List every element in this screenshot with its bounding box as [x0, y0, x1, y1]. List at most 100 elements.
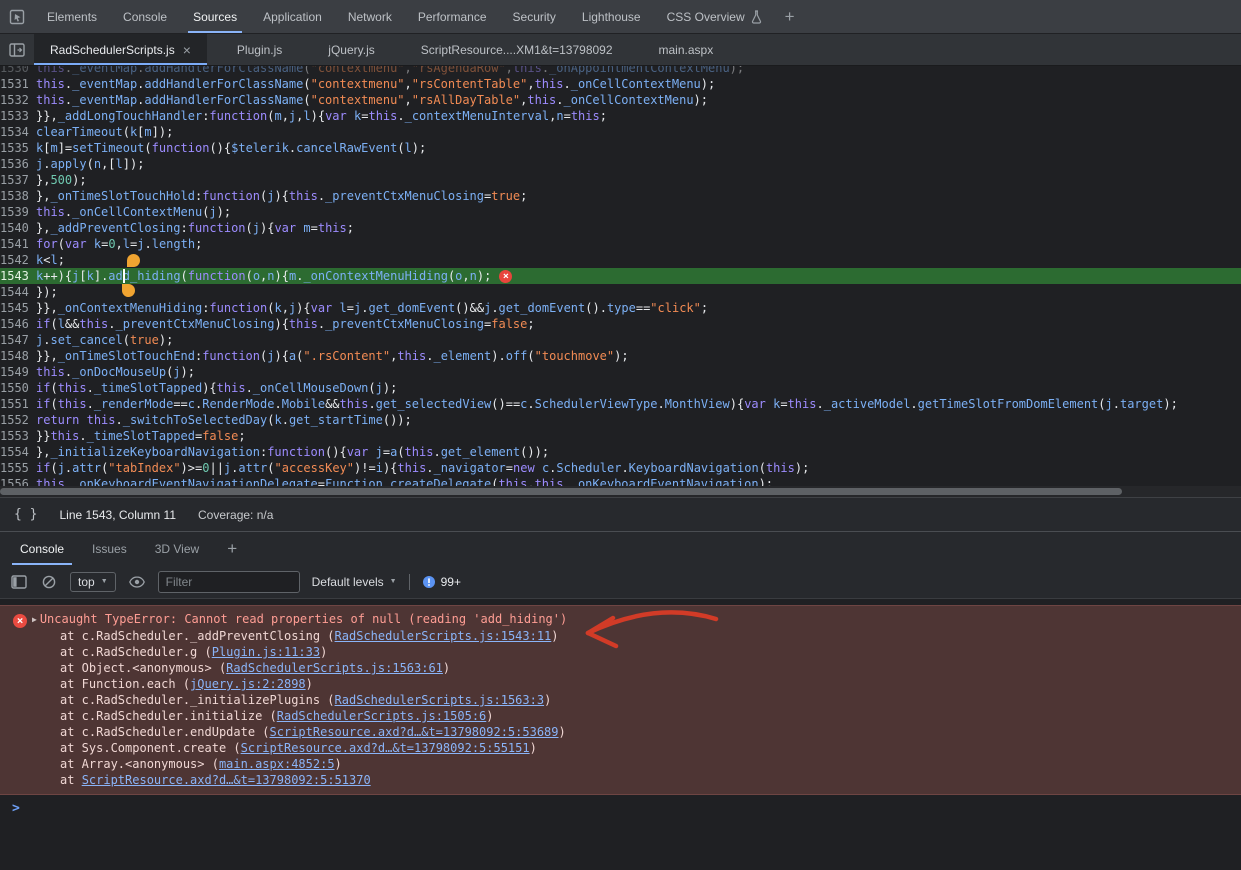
- code-line-text[interactable]: this._onCellContextMenu(j);: [36, 204, 231, 220]
- code-line-text[interactable]: this._onKeyboardEventNavigationDelegate=…: [36, 476, 773, 486]
- line-number[interactable]: 1539: [0, 204, 36, 220]
- console-prompt[interactable]: >: [0, 795, 1241, 821]
- code-line-text[interactable]: this._eventMap.addHandlerForClassName("c…: [36, 66, 744, 76]
- code-line-text[interactable]: }},_addLongTouchHandler:function(m,j,l){…: [36, 108, 607, 124]
- stack-link[interactable]: RadSchedulerScripts.js:1543:11: [335, 629, 552, 643]
- console-sidebar-toggle-icon[interactable]: [10, 575, 28, 589]
- code-line-text[interactable]: },500);: [36, 172, 87, 188]
- line-number[interactable]: 1536: [0, 156, 36, 172]
- code-line-text[interactable]: clearTimeout(k[m]);: [36, 124, 173, 140]
- pretty-print-icon[interactable]: { }: [14, 507, 37, 522]
- disclosure-triangle-icon[interactable]: ▶: [32, 615, 37, 624]
- code-line-text[interactable]: k++){j[k].add_hiding(function(o,n){m._on…: [36, 268, 512, 284]
- line-number[interactable]: 1535: [0, 140, 36, 156]
- code-line-text[interactable]: this._eventMap.addHandlerForClassName("c…: [36, 76, 715, 92]
- line-number[interactable]: 1533: [0, 108, 36, 124]
- line-number[interactable]: 1534: [0, 124, 36, 140]
- close-icon[interactable]: ×: [183, 43, 191, 57]
- code-line-text[interactable]: this._eventMap.addHandlerForClassName("c…: [36, 92, 708, 108]
- line-number[interactable]: 1546: [0, 316, 36, 332]
- line-number[interactable]: 1542: [0, 252, 36, 268]
- line-number[interactable]: 1554: [0, 444, 36, 460]
- code-line-text[interactable]: }},_onTimeSlotTouchEnd:function(j){a(".r…: [36, 348, 629, 364]
- drawer-tab-issues[interactable]: Issues: [78, 532, 141, 565]
- code-editor[interactable]: 1530this._eventMap.addHandlerForClassNam…: [0, 66, 1241, 486]
- code-line-text[interactable]: for(var k=0,l=j.length;: [36, 236, 202, 252]
- line-number[interactable]: 1543: [0, 268, 36, 284]
- stack-link[interactable]: RadSchedulerScripts.js:1563:3: [335, 693, 545, 707]
- panel-tab-css-overview[interactable]: CSS Overview: [654, 0, 775, 33]
- stack-link[interactable]: RadSchedulerScripts.js:1563:61: [226, 661, 443, 675]
- stack-link[interactable]: ScriptResource.axd?d…&t=13798092:5:55151: [241, 741, 530, 755]
- line-number[interactable]: 1537: [0, 172, 36, 188]
- panel-tab-network[interactable]: Network: [335, 0, 405, 33]
- code-line-text[interactable]: k[m]=setTimeout(function(){$telerik.canc…: [36, 140, 426, 156]
- line-number[interactable]: 1530: [0, 66, 36, 76]
- code-line-text[interactable]: if(this._renderMode==c.RenderMode.Mobile…: [36, 396, 1178, 412]
- javascript-context-selector[interactable]: top ▼: [70, 572, 116, 592]
- live-expression-eye-icon[interactable]: [128, 576, 146, 588]
- log-levels-dropdown[interactable]: Default levels ▼: [312, 575, 397, 589]
- line-number[interactable]: 1553: [0, 428, 36, 444]
- file-tab-jquery-js[interactable]: jQuery.js: [312, 34, 390, 65]
- inline-error-badge-icon[interactable]: ×: [499, 270, 512, 283]
- stack-link[interactable]: RadSchedulerScripts.js:1505:6: [277, 709, 487, 723]
- line-number[interactable]: 1552: [0, 412, 36, 428]
- line-number[interactable]: 1531: [0, 76, 36, 92]
- inspect-icon[interactable]: [0, 0, 34, 33]
- line-number[interactable]: 1544: [0, 284, 36, 300]
- code-line-text[interactable]: },_addPreventClosing:function(j){var m=t…: [36, 220, 354, 236]
- selection-handle-top-icon[interactable]: [127, 254, 140, 267]
- panel-tab-lighthouse[interactable]: Lighthouse: [569, 0, 654, 33]
- issues-counter[interactable]: 99+: [422, 575, 461, 589]
- file-tab-radschedulerscripts-js[interactable]: RadSchedulerScripts.js ×: [34, 34, 207, 65]
- code-line-text[interactable]: }}this._timeSlotTapped=false;: [36, 428, 246, 444]
- panel-tab-security[interactable]: Security: [500, 0, 569, 33]
- line-number[interactable]: 1556: [0, 476, 36, 486]
- stack-link[interactable]: ScriptResource.axd?d…&t=13798092:5:51370: [82, 773, 371, 787]
- line-number[interactable]: 1540: [0, 220, 36, 236]
- line-number[interactable]: 1541: [0, 236, 36, 252]
- code-line-text[interactable]: if(l&&this._preventCtxMenuClosing){this.…: [36, 316, 535, 332]
- horizontal-scrollbar[interactable]: [0, 486, 1241, 497]
- panel-tab-performance[interactable]: Performance: [405, 0, 500, 33]
- add-drawer-tab-button[interactable]: +: [213, 532, 251, 565]
- console-error-message[interactable]: × ▶Uncaught TypeError: Cannot read prope…: [0, 605, 1241, 795]
- line-number[interactable]: 1550: [0, 380, 36, 396]
- selection-handle-bottom-icon[interactable]: [122, 284, 135, 297]
- line-number[interactable]: 1532: [0, 92, 36, 108]
- code-line-text[interactable]: return this._switchToSelectedDay(k.get_s…: [36, 412, 412, 428]
- code-line-text[interactable]: k<l;: [36, 252, 65, 268]
- panel-tab-console[interactable]: Console: [110, 0, 180, 33]
- code-line-text[interactable]: },_initializeKeyboardNavigation:function…: [36, 444, 549, 460]
- add-panel-button[interactable]: +: [775, 0, 805, 33]
- code-line-text[interactable]: },_onTimeSlotTouchHold:function(j){this.…: [36, 188, 527, 204]
- scrollbar-thumb[interactable]: [0, 488, 1122, 495]
- line-number[interactable]: 1555: [0, 460, 36, 476]
- code-line-text[interactable]: }},_onContextMenuHiding:function(k,j){va…: [36, 300, 708, 316]
- stack-link[interactable]: main.aspx:4852:5: [219, 757, 335, 771]
- stack-link[interactable]: ScriptResource.axd?d…&t=13798092:5:53689: [270, 725, 559, 739]
- file-tab-main-aspx[interactable]: main.aspx: [643, 34, 730, 65]
- drawer-tab-console[interactable]: Console: [6, 532, 78, 565]
- code-line-text[interactable]: if(j.attr("tabIndex")>=0||j.attr("access…: [36, 460, 809, 476]
- line-number[interactable]: 1538: [0, 188, 36, 204]
- code-line-text[interactable]: });: [36, 284, 58, 300]
- code-line-text[interactable]: j.apply(n,[l]);: [36, 156, 144, 172]
- panel-tab-elements[interactable]: Elements: [34, 0, 110, 33]
- console-filter-input[interactable]: [158, 571, 300, 593]
- line-number[interactable]: 1551: [0, 396, 36, 412]
- panel-tab-application[interactable]: Application: [250, 0, 335, 33]
- stack-link[interactable]: Plugin.js:11:33: [212, 645, 320, 659]
- code-line-text[interactable]: if(this._timeSlotTapped){this._onCellMou…: [36, 380, 397, 396]
- navigator-toggle-icon[interactable]: [0, 34, 34, 65]
- line-number[interactable]: 1549: [0, 364, 36, 380]
- panel-tab-sources[interactable]: Sources: [180, 0, 250, 33]
- file-tab-scriptresource[interactable]: ScriptResource....XM1&t=13798092: [405, 34, 629, 65]
- line-number[interactable]: 1547: [0, 332, 36, 348]
- file-tab-plugin-js[interactable]: Plugin.js: [221, 34, 298, 65]
- clear-console-icon[interactable]: [40, 575, 58, 589]
- code-line-text[interactable]: j.set_cancel(true);: [36, 332, 173, 348]
- drawer-tab-3d-view[interactable]: 3D View: [141, 532, 213, 565]
- code-line-text[interactable]: this._onDocMouseUp(j);: [36, 364, 195, 380]
